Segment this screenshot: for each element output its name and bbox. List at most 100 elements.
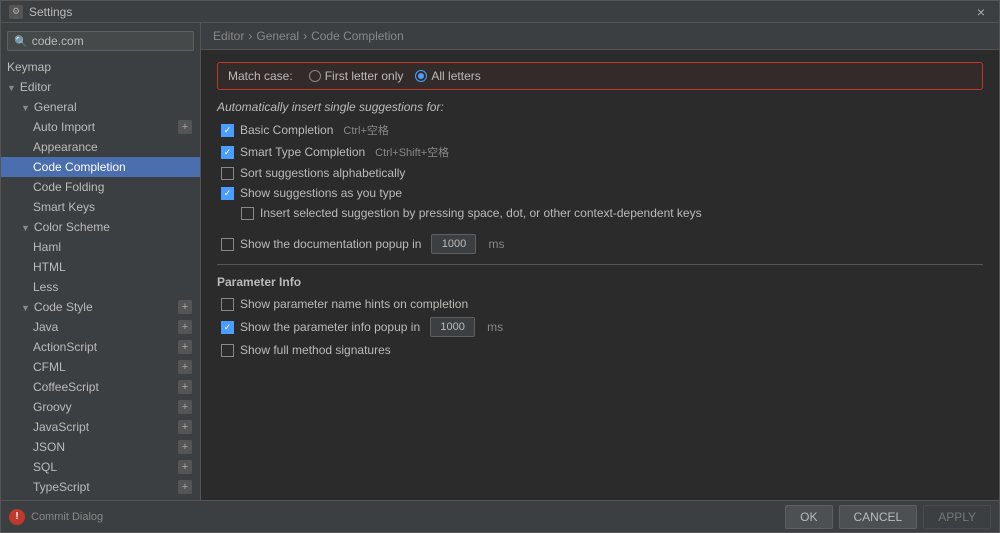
sidebar: 🔍 Keymap ▼Editor ▼General Auto Import + (1, 23, 201, 500)
radio-first-letter[interactable]: First letter only (309, 69, 404, 83)
sidebar-item-general[interactable]: ▼General (1, 97, 200, 117)
checkbox-basic-completion[interactable]: Basic Completion Ctrl+空格 (217, 122, 983, 138)
checkbox-show-as-you-type[interactable]: Show suggestions as you type (217, 186, 983, 200)
cancel-button[interactable]: CANCEL (839, 505, 918, 529)
checkbox-insert-by-space[interactable]: Insert selected suggestion by pressing s… (217, 206, 983, 220)
doc-popup-input[interactable] (436, 238, 471, 250)
sidebar-item-code-folding[interactable]: Code Folding (1, 177, 200, 197)
checkbox-param-name-hints-box[interactable] (221, 298, 234, 311)
add-icon[interactable]: + (178, 320, 192, 334)
close-button[interactable]: × (971, 2, 991, 22)
search-icon: 🔍 (14, 35, 28, 48)
sidebar-item-java[interactable]: Java + (1, 317, 200, 337)
checkbox-smart-type-completion[interactable]: Smart Type Completion Ctrl+Shift+空格 (217, 144, 983, 160)
auto-insert-label: Automatically insert single suggestions … (217, 100, 983, 114)
app-icon: ⚙ (9, 5, 23, 19)
chevron-down-icon: ▼ (21, 223, 30, 233)
param-info-popup-input-wrapper[interactable] (430, 317, 475, 337)
checkbox-show-as-you-type-box[interactable] (221, 187, 234, 200)
sidebar-item-code-completion[interactable]: Code Completion (1, 157, 200, 177)
insert-by-space-label: Insert selected suggestion by pressing s… (260, 206, 702, 220)
smart-type-label: Smart Type Completion (240, 145, 365, 159)
title-bar: ⚙ Settings × (1, 1, 999, 23)
sidebar-item-sql[interactable]: SQL + (1, 457, 200, 477)
sidebar-item-haml[interactable]: Haml (1, 237, 200, 257)
doc-popup-row: Show the documentation popup in ms (217, 234, 983, 254)
search-input[interactable] (32, 34, 187, 48)
sidebar-item-groovy[interactable]: Groovy + (1, 397, 200, 417)
breadcrumb-code-completion[interactable]: Code Completion (311, 29, 404, 43)
add-icon[interactable]: + (178, 340, 192, 354)
window-title: Settings (29, 5, 72, 19)
breadcrumb-general[interactable]: General (256, 29, 299, 43)
breadcrumb-sep1: › (248, 29, 252, 43)
add-icon[interactable]: + (178, 420, 192, 434)
checkbox-insert-by-space-box[interactable] (241, 207, 254, 220)
sidebar-item-actionscript[interactable]: ActionScript + (1, 337, 200, 357)
add-icon[interactable]: + (178, 120, 192, 134)
bottom-bar: ! Commit Dialog OK CANCEL APPLY (1, 500, 999, 532)
sidebar-item-auto-import[interactable]: Auto Import + (1, 117, 200, 137)
checkbox-param-info-popup-box[interactable] (221, 321, 234, 334)
checkbox-basic-completion-box[interactable] (221, 124, 234, 137)
add-icon[interactable]: + (178, 480, 192, 494)
sidebar-item-typescript[interactable]: TypeScript + (1, 477, 200, 497)
sidebar-item-keymap[interactable]: Keymap (1, 57, 200, 77)
match-case-row: Match case: First letter only All letter… (217, 62, 983, 90)
sort-alpha-label: Sort suggestions alphabetically (240, 166, 405, 180)
add-icon[interactable]: + (178, 460, 192, 474)
add-icon[interactable]: + (178, 300, 192, 314)
doc-popup-ms: ms (488, 237, 504, 251)
main-panel: Editor › General › Code Completion Match… (201, 23, 999, 500)
error-icon: ! (9, 509, 25, 525)
sidebar-item-json[interactable]: JSON + (1, 437, 200, 457)
full-method-sig-label: Show full method signatures (240, 343, 391, 357)
breadcrumb-sep2: › (303, 29, 307, 43)
commit-dialog-label: ! Commit Dialog (9, 509, 785, 525)
checkbox-sort-alpha[interactable]: Sort suggestions alphabetically (217, 166, 983, 180)
divider (217, 264, 983, 265)
footer-commit-dialog: Commit Dialog (31, 511, 103, 523)
checkbox-param-name-hints[interactable]: Show parameter name hints on completion (217, 297, 983, 311)
smart-type-shortcut: Ctrl+Shift+空格 (375, 144, 449, 160)
match-case-label: Match case: (228, 69, 293, 83)
checkbox-full-method-sig-box[interactable] (221, 344, 234, 357)
radio-circle-al (415, 70, 427, 82)
checkbox-full-method-sig[interactable]: Show full method signatures (217, 343, 983, 357)
chevron-down-icon: ▼ (21, 103, 30, 113)
checkbox-smart-type-box[interactable] (221, 146, 234, 159)
param-info-popup-ms: ms (487, 320, 503, 334)
checkbox-sort-alpha-box[interactable] (221, 167, 234, 180)
sidebar-item-code-style[interactable]: ▼Code Style + (1, 297, 200, 317)
radio-all-letters[interactable]: All letters (415, 69, 480, 83)
main-content: 🔍 Keymap ▼Editor ▼General Auto Import + (1, 23, 999, 500)
sidebar-item-editor[interactable]: ▼Editor (1, 77, 200, 97)
ok-button[interactable]: OK (785, 505, 832, 529)
settings-window: ⚙ Settings × 🔍 Keymap ▼Editor ▼General (0, 0, 1000, 533)
add-icon[interactable]: + (178, 440, 192, 454)
doc-popup-input-wrapper[interactable] (431, 234, 476, 254)
add-icon[interactable]: + (178, 400, 192, 414)
sidebar-item-color-scheme[interactable]: ▼Color Scheme (1, 217, 200, 237)
apply-button: APPLY (923, 505, 991, 529)
show-as-you-type-label: Show suggestions as you type (240, 186, 402, 200)
sidebar-item-smart-keys[interactable]: Smart Keys (1, 197, 200, 217)
radio-circle-fl (309, 70, 321, 82)
doc-popup-checkbox[interactable] (221, 238, 234, 251)
sidebar-item-javascript[interactable]: JavaScript + (1, 417, 200, 437)
sidebar-item-appearance[interactable]: Appearance (1, 137, 200, 157)
breadcrumb-editor[interactable]: Editor (213, 29, 244, 43)
param-name-hints-label: Show parameter name hints on completion (240, 297, 468, 311)
param-info-popup-input[interactable] (435, 321, 470, 333)
sidebar-item-coffeescript[interactable]: CoffeeScript + (1, 377, 200, 397)
chevron-down-icon: ▼ (21, 303, 30, 313)
doc-popup-label-before: Show the documentation popup in (240, 237, 421, 251)
sidebar-item-less[interactable]: Less (1, 277, 200, 297)
chevron-down-icon: ▼ (7, 83, 16, 93)
add-icon[interactable]: + (178, 380, 192, 394)
param-info-header: Parameter Info (217, 275, 983, 289)
sidebar-item-html[interactable]: HTML (1, 257, 200, 277)
search-box[interactable]: 🔍 (7, 31, 194, 51)
add-icon[interactable]: + (178, 360, 192, 374)
sidebar-item-cfml[interactable]: CFML + (1, 357, 200, 377)
